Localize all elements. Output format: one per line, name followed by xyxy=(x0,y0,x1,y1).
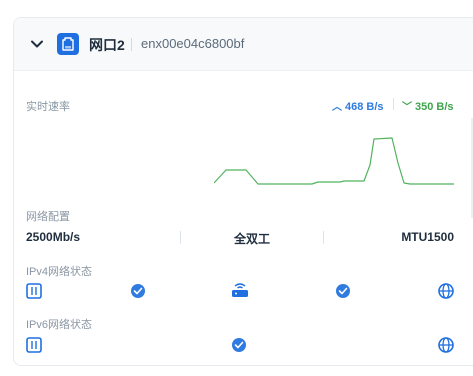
network-config-row: 2500Mb/s 全双工 MTU1500 xyxy=(26,230,454,246)
port-card-header[interactable]: 网口2 enx00e04c6800bf xyxy=(14,18,473,71)
duplex-mode: 全双工 xyxy=(234,232,271,246)
ipv4-check-icon xyxy=(336,284,350,298)
ipv4-status-label: IPv4网络状态 xyxy=(26,266,93,278)
link-speed: 2500Mb/s xyxy=(26,230,81,244)
chevron-down-icon[interactable] xyxy=(30,37,44,51)
upload-speed-value: 468 B/s xyxy=(345,101,384,113)
arrow-down-icon: ﹀ xyxy=(402,102,412,113)
download-speed: ﹀ 350 B/s xyxy=(402,98,454,113)
ipv6-globe-icon xyxy=(438,337,454,353)
ipv4-check-icon xyxy=(131,284,145,298)
ipv4-globe-icon xyxy=(438,283,454,299)
ipv6-port-icon xyxy=(26,337,42,353)
download-speed-value: 350 B/s xyxy=(415,101,454,113)
ipv4-router-icon xyxy=(232,283,248,297)
port-card: 网口2 enx00e04c6800bf 实时速率 ︿ 468 B/s ﹀ 350 B… xyxy=(13,17,473,366)
ethernet-port-icon xyxy=(57,33,79,55)
realtime-speed-label: 实时速率 xyxy=(26,101,70,113)
network-config-label: 网络配置 xyxy=(26,211,70,223)
interface-id: enx00e04c6800bf xyxy=(141,36,245,51)
arrow-up-icon: ︿ xyxy=(332,102,342,113)
ipv6-status-label: IPv6网络状态 xyxy=(26,319,93,331)
realtime-speed-chart xyxy=(214,137,454,185)
mtu-value: MTU1500 xyxy=(401,230,454,244)
port-name: 网口2 xyxy=(89,37,125,53)
config-divider xyxy=(323,231,324,244)
upload-speed: ︿ 468 B/s xyxy=(332,98,384,113)
speed-divider xyxy=(393,98,394,110)
download-speed-line xyxy=(214,137,454,185)
config-divider xyxy=(180,231,181,244)
ipv6-check-icon xyxy=(232,338,246,352)
header-divider xyxy=(131,38,132,51)
ipv4-port-icon xyxy=(26,283,42,299)
